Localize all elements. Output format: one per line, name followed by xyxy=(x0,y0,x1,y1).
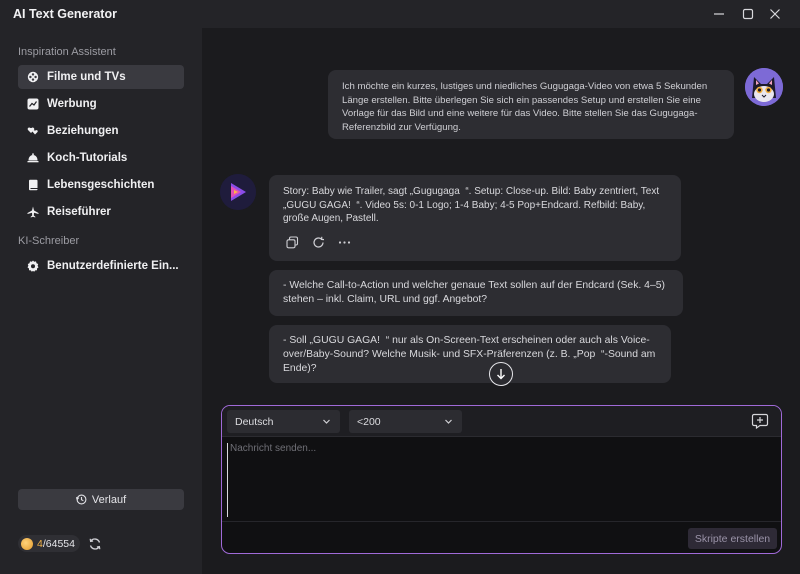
sidebar-item-label: Lebensgeschichten xyxy=(47,179,155,191)
message-actions xyxy=(285,235,351,249)
composer-divider xyxy=(222,521,781,522)
history-label: Verlauf xyxy=(91,493,127,506)
length-select[interactable]: <200 xyxy=(349,410,462,433)
assistant-message: - Soll „GUGU GAGA! “ nur als On-Screen-T… xyxy=(269,325,671,383)
sidebar-item-werbung[interactable]: Werbung xyxy=(18,92,184,116)
chat-area: Ich möchte ein kurzes, lustiges und nied… xyxy=(202,28,800,574)
section-label-ki-schreiber: KI-Schreiber xyxy=(18,235,80,247)
sidebar-item-label: Beziehungen xyxy=(47,125,119,137)
assistant-message: Story: Baby wie Trailer, sagt „Gugugaga … xyxy=(269,175,681,261)
chevron-down-icon xyxy=(323,419,330,424)
sidebar-item-label: Filme und TVs xyxy=(47,71,126,83)
chevron-down-icon xyxy=(445,419,452,424)
hearts-icon xyxy=(27,125,39,137)
maximize-button[interactable] xyxy=(738,4,758,24)
sidebar-item-label: Werbung xyxy=(47,98,97,110)
language-select[interactable]: Deutsch xyxy=(227,410,340,433)
copy-button[interactable] xyxy=(285,235,299,249)
sidebar-item-benutzerdefiniert[interactable]: Benutzerdefinierte Ein... xyxy=(18,254,184,278)
title-bar: AI Text Generator xyxy=(0,0,800,28)
user-message: Ich möchte ein kurzes, lustiges und nied… xyxy=(328,70,734,139)
sidebar-item-label: Koch-Tutorials xyxy=(47,152,128,164)
airplane-icon xyxy=(27,206,39,218)
coin-icon xyxy=(21,537,33,550)
assistant-avatar xyxy=(220,174,256,210)
sidebar-item-lebensgeschichten[interactable]: Lebensgeschichten xyxy=(18,173,184,197)
regenerate-icon xyxy=(312,236,324,248)
assistant-message-text: Story: Baby wie Trailer, sagt „Gugugaga … xyxy=(283,186,660,224)
close-button[interactable] xyxy=(765,4,785,24)
length-value: <200 xyxy=(357,415,381,428)
history-button[interactable]: Verlauf xyxy=(18,489,184,510)
composer-toolbar: Deutsch <200 xyxy=(222,406,781,437)
more-icon xyxy=(338,240,350,244)
new-chat-icon[interactable] xyxy=(751,412,769,430)
sidebar-item-beziehungen[interactable]: Beziehungen xyxy=(18,119,184,143)
sidebar-item-koch[interactable]: Koch-Tutorials xyxy=(18,146,184,170)
more-options-button[interactable] xyxy=(337,235,351,249)
chart-icon xyxy=(27,98,39,110)
maximize-icon xyxy=(742,8,754,20)
credits-total: /64554 xyxy=(42,537,75,550)
book-icon xyxy=(27,179,39,191)
credits-badge: 4/64554 xyxy=(18,535,80,552)
minimize-button[interactable] xyxy=(709,4,729,24)
regenerate-button[interactable] xyxy=(311,235,325,249)
scroll-to-bottom-button[interactable] xyxy=(489,362,513,386)
sidebar-item-reisefuehrer[interactable]: Reiseführer xyxy=(18,200,184,224)
arrow-down-icon xyxy=(497,369,505,380)
sidebar-item-filme[interactable]: Filme und TVs xyxy=(18,65,184,89)
sidebar-item-label: Reiseführer xyxy=(47,206,111,218)
assistant-message: - Welche Call-to-Action und welcher gena… xyxy=(269,270,683,316)
user-avatar xyxy=(745,68,783,106)
history-icon xyxy=(75,494,87,505)
film-reel-icon xyxy=(27,71,39,83)
language-value: Deutsch xyxy=(235,415,274,428)
section-label-inspiration: Inspiration Assistent xyxy=(18,46,116,58)
copy-icon xyxy=(285,235,298,248)
gear-icon xyxy=(27,260,39,272)
app-title: AI Text Generator xyxy=(13,7,117,21)
sidebar-item-label: Benutzerdefinierte Ein... xyxy=(47,260,179,272)
message-input[interactable] xyxy=(227,443,775,517)
cloche-icon xyxy=(27,152,39,164)
refresh-icon[interactable] xyxy=(88,537,102,551)
minimize-icon xyxy=(714,13,724,15)
close-icon xyxy=(770,9,780,19)
create-scripts-button[interactable]: Skripte erstellen xyxy=(688,528,777,549)
sidebar: Inspiration Assistent Filme und TVs Werb… xyxy=(0,28,202,574)
composer: Deutsch <200 Skripte erstellen xyxy=(221,405,782,554)
